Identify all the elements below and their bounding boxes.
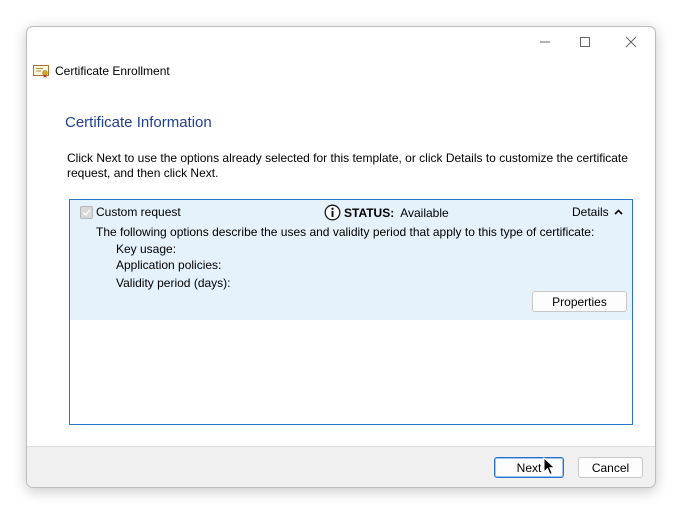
options-description: The following options describe the uses …	[96, 225, 595, 239]
maximize-button[interactable]	[565, 27, 605, 57]
mouse-cursor-icon	[543, 457, 556, 476]
certificate-icon	[33, 64, 49, 78]
key-usage-label: Key usage:	[116, 242, 177, 256]
status-indicator: STATUS: Available	[324, 204, 449, 221]
maximize-icon	[580, 37, 590, 47]
custom-request-checkbox[interactable]	[80, 206, 93, 219]
details-toggle[interactable]: Details	[572, 205, 623, 219]
title-bar: Certificate Enrollment	[33, 64, 170, 78]
chevron-up-icon	[614, 209, 623, 215]
close-button[interactable]	[611, 27, 651, 57]
certificate-request-list[interactable]: Custom request STATUS: Available Details…	[69, 199, 633, 425]
minimize-icon	[540, 41, 550, 43]
page-title: Certificate Information	[65, 114, 212, 131]
minimize-button[interactable]	[525, 27, 565, 57]
window-title: Certificate Enrollment	[55, 64, 170, 78]
status-label: STATUS:	[344, 205, 395, 220]
validity-period-label: Validity period (days):	[116, 276, 231, 290]
certificate-enrollment-window: Certificate Enrollment Certificate Infor…	[26, 26, 656, 488]
details-label: Details	[572, 205, 609, 219]
status-value: Available	[400, 205, 449, 220]
footer-bar: Next Cancel	[27, 446, 655, 487]
application-policies-label: Application policies:	[116, 258, 222, 272]
custom-request-item[interactable]: Custom request STATUS: Available Details…	[70, 200, 632, 320]
properties-button[interactable]: Properties	[532, 291, 627, 312]
custom-request-label: Custom request	[96, 205, 181, 219]
info-icon	[324, 204, 341, 221]
cancel-button[interactable]: Cancel	[578, 457, 643, 478]
page-description: Click Next to use the options already se…	[67, 151, 628, 180]
close-icon	[625, 36, 637, 48]
checkmark-icon	[82, 209, 91, 216]
